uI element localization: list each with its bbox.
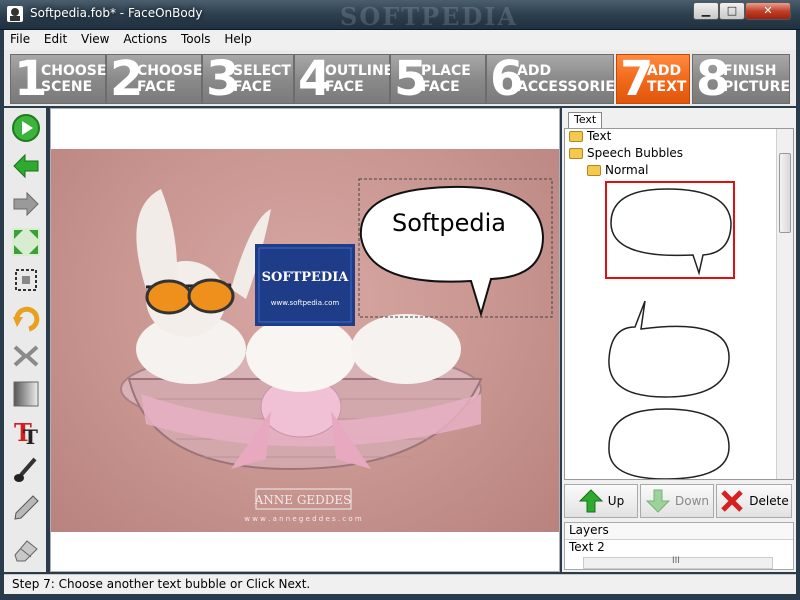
svg-text:www.softpedia.com: www.softpedia.com (271, 299, 340, 307)
layers-hscrollbar[interactable]: III (583, 556, 773, 569)
step-label: OUTLINE FACE (325, 63, 394, 95)
speech-bubble-text: Softpedia (392, 209, 506, 237)
bubble-tree: Text Speech Bubbles Normal (564, 128, 794, 480)
play-icon[interactable] (10, 112, 42, 144)
step-label: FINISH PICTURE (723, 63, 791, 95)
up-button[interactable]: Up (564, 484, 638, 518)
speech-bubble-icon (608, 300, 730, 398)
flip-icon[interactable] (10, 340, 42, 372)
brush-icon[interactable] (10, 454, 42, 486)
menu-tools[interactable]: Tools (175, 30, 215, 46)
step-add-text[interactable]: 7 ADD TEXT (616, 51, 690, 107)
window-title: Softpedia.fob* - FaceOnBody (30, 6, 203, 20)
back-arrow-icon[interactable] (10, 150, 42, 182)
menu-view[interactable]: View (75, 30, 113, 46)
gradient-icon[interactable] (10, 378, 42, 410)
delete-x-icon (721, 490, 744, 512)
scrollbar-thumb[interactable] (779, 153, 791, 233)
canvas-area[interactable]: SOFTPEDIA www.softpedia.com Softpedia AN… (50, 108, 560, 572)
step-add-accessories[interactable]: 6 ADD ACCESSORIES (486, 51, 625, 107)
step-label: CHOOSE FACE (137, 63, 203, 95)
minimize-button[interactable]: ▁ (693, 2, 719, 20)
menu-edit[interactable]: Edit (38, 30, 71, 46)
scene-illustration: SOFTPEDIA www.softpedia.com Softpedia AN… (120, 178, 553, 523)
bubble-thumb-selected[interactable] (605, 181, 735, 279)
menu-bar: File Edit View Actions Tools Help (4, 30, 796, 50)
svg-text:SOFTPEDIA: SOFTPEDIA (262, 270, 350, 285)
title-bar: Softpedia.fob* - FaceOnBody SOFTPEDIA ▁ … (0, 0, 800, 31)
expand-icon[interactable] (10, 226, 42, 258)
down-arrow-icon (645, 489, 671, 513)
tree-item-label: Normal (605, 163, 649, 177)
close-button[interactable]: ✕ (745, 2, 791, 20)
status-bar: Step 7: Choose another text bubble or Cl… (4, 574, 796, 594)
left-toolbar: TT (4, 108, 46, 572)
crop-select-icon[interactable] (10, 264, 42, 296)
tab-text[interactable]: Text (568, 112, 602, 128)
layers-list: Layers Text 2 III (564, 522, 794, 570)
scroll-grip: III (672, 556, 680, 566)
step-place-face[interactable]: 5 PLACE FACE (390, 51, 486, 107)
maximize-button[interactable]: □ (719, 2, 745, 20)
menu-file[interactable]: File (4, 30, 34, 46)
forward-arrow-icon[interactable] (10, 188, 42, 220)
text-tool-icon[interactable]: TT (10, 416, 42, 448)
softpedia-logo-accessory: SOFTPEDIA www.softpedia.com (255, 244, 355, 326)
step-label: PLACE FACE (421, 63, 471, 95)
tree-item-text[interactable]: Text (569, 129, 611, 143)
speech-bubble-icon (608, 408, 730, 479)
delete-button-label: Delete (749, 494, 789, 508)
layers-header: Layers (565, 523, 793, 540)
photo-brand-text: ANNE GEDDES (254, 493, 352, 507)
speech-bubble (359, 185, 545, 318)
step-select-face[interactable]: 3 SELECT FACE (202, 51, 294, 107)
tree-item-speech-bubbles[interactable]: Speech Bubbles (569, 146, 683, 160)
menu-help[interactable]: Help (218, 30, 255, 46)
step-choose-face[interactable]: 2 CHOOSE FACE (106, 51, 203, 107)
folder-icon (587, 164, 601, 176)
tree-item-label: Speech Bubbles (587, 146, 684, 160)
tree-item-normal[interactable]: Normal (587, 163, 648, 177)
up-arrow-icon (578, 489, 604, 513)
bubble-thumb-3[interactable] (605, 407, 735, 479)
speech-bubble-icon (610, 188, 732, 276)
layer-item[interactable]: Text 2 (565, 540, 793, 557)
pencil-icon[interactable] (10, 492, 42, 524)
menu-actions[interactable]: Actions (117, 30, 171, 46)
folder-icon (569, 147, 583, 159)
down-button-label: Down (674, 494, 709, 508)
photo-brand-url: w w w . a n n e g e d d e s . c o m (244, 515, 362, 523)
step-label: ADD ACCESSORIES (517, 63, 626, 95)
layer-actions: Up Down Delete (564, 484, 794, 520)
step-outline-face[interactable]: 4 OUTLINE FACE (294, 51, 394, 107)
title-watermark: SOFTPEDIA (340, 2, 519, 31)
folder-icon (569, 130, 583, 142)
steps-bar: 1 CHOOSE SCENE 2 CHOOSE FACE 3 SELECT FA… (4, 50, 796, 107)
step-label: SELECT FACE (233, 63, 291, 95)
step-label: ADD TEXT (647, 63, 687, 95)
app-icon (7, 6, 23, 22)
tree-item-label: Text (587, 129, 612, 143)
rotate-icon[interactable] (10, 302, 42, 334)
scene-photo[interactable]: SOFTPEDIA www.softpedia.com Softpedia AN… (51, 149, 559, 532)
svg-text:T: T (23, 425, 38, 447)
tree-scrollbar[interactable] (776, 129, 793, 479)
step-label: CHOOSE SCENE (41, 63, 107, 95)
window-frame-bottom (0, 594, 800, 600)
down-button[interactable]: Down (640, 484, 714, 518)
up-button-label: Up (607, 494, 625, 508)
right-panel: Text Text Speech Bubbles Normal Up Down … (562, 108, 796, 572)
delete-button[interactable]: Delete (716, 484, 792, 518)
bubble-thumb-2[interactable] (605, 299, 735, 399)
step-finish-picture[interactable]: 8 FINISH PICTURE (692, 51, 791, 107)
step-choose-scene[interactable]: 1 CHOOSE SCENE (10, 51, 107, 107)
eraser-icon[interactable] (10, 532, 42, 564)
